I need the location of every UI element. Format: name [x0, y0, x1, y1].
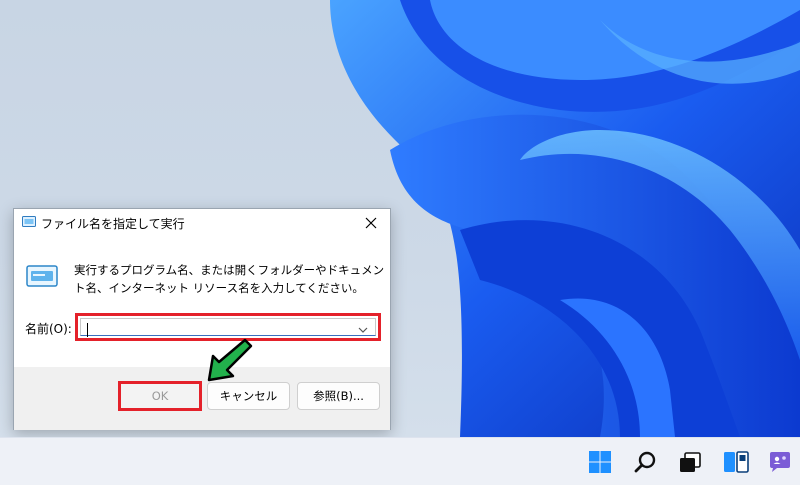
dialog-title: ファイル名を指定して実行 [41, 217, 185, 231]
widgets-button[interactable] [720, 447, 752, 477]
start-button[interactable] [584, 447, 616, 477]
chevron-down-icon[interactable] [357, 324, 369, 336]
text-caret [87, 323, 88, 337]
dialog-titlebar[interactable]: ファイル名を指定して実行 [14, 209, 390, 237]
close-button[interactable] [352, 209, 390, 237]
run-icon [26, 265, 58, 287]
windows-start-icon [589, 451, 611, 473]
taskbar [0, 437, 800, 485]
browse-button[interactable]: 参照(B)... [297, 382, 380, 410]
search-button[interactable] [630, 447, 662, 477]
run-app-icon [22, 216, 36, 227]
pointer-arrow-annotation [207, 338, 253, 382]
chat-button[interactable] [764, 447, 796, 477]
ok-button[interactable]: OK [118, 381, 202, 411]
name-label: 名前(O): [25, 322, 72, 336]
task-view-button[interactable] [674, 447, 706, 477]
search-icon [634, 451, 656, 473]
run-dialog: ファイル名を指定して実行 実行するプログラム名、または開くフォルダーやドキュメン… [13, 208, 391, 430]
close-icon [365, 217, 377, 229]
desktop: ファイル名を指定して実行 実行するプログラム名、または開くフォルダーやドキュメン… [0, 0, 800, 437]
cancel-button[interactable]: キャンセル [207, 382, 290, 410]
task-view-icon [680, 452, 701, 472]
dialog-description: 実行するプログラム名、または開くフォルダーやドキュメント名、インターネット リソ… [74, 263, 385, 295]
widgets-icon [724, 451, 749, 473]
name-input[interactable] [85, 319, 355, 335]
chat-icon [770, 452, 790, 472]
